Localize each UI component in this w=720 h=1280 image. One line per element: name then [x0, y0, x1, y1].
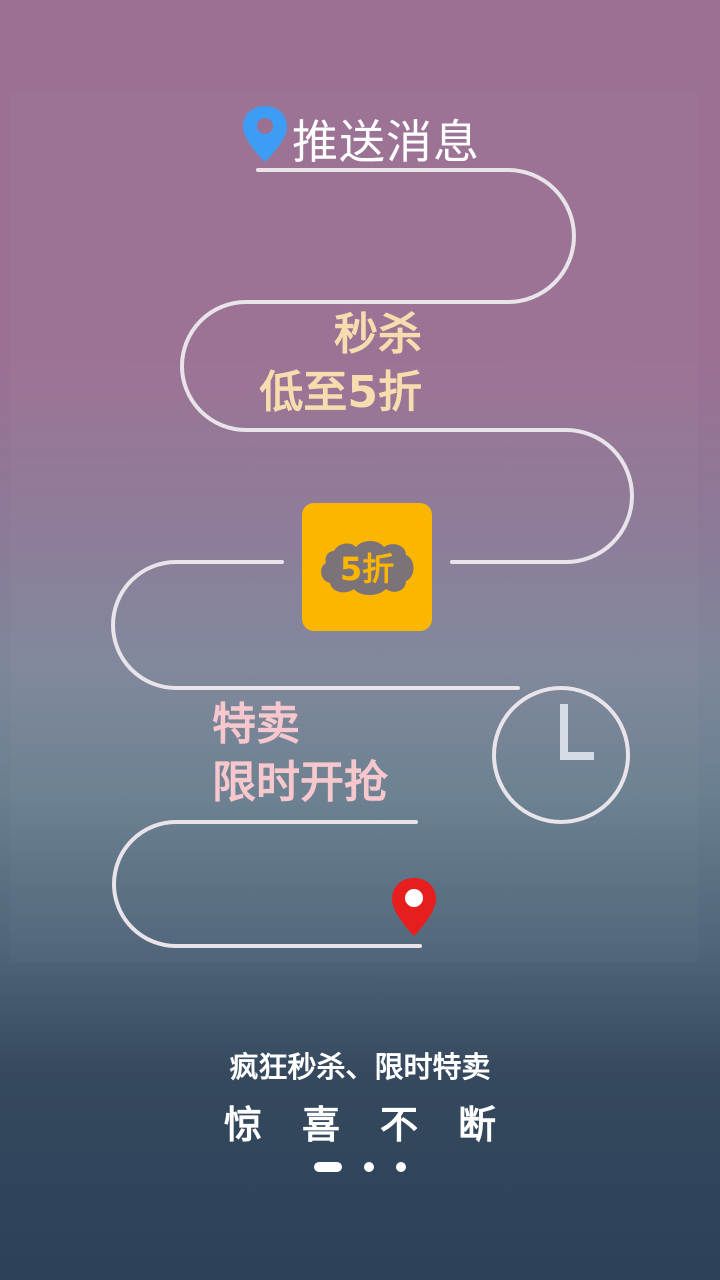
page-dot-3[interactable]: [396, 1162, 406, 1172]
location-pin-icon: [243, 106, 287, 162]
winding-route: [111, 168, 634, 948]
special-sale-line2: 限时开抢: [212, 757, 388, 808]
page-indicator: [0, 1162, 720, 1172]
flash-sale-promo: 秒杀 低至5折: [259, 306, 422, 422]
page-dot-2[interactable]: [364, 1162, 374, 1172]
special-sale-line1: 特卖: [212, 699, 300, 750]
discount-badge: 5折: [302, 503, 432, 631]
discount-label: 5折: [339, 550, 395, 588]
flash-sale-line2: 低至5折: [259, 367, 422, 418]
page-title: 推送消息: [292, 115, 480, 169]
slogan-text: 疯狂秒杀、限时特卖: [229, 1050, 491, 1084]
special-sale-promo: 特卖 限时开抢: [212, 696, 388, 812]
tagline-text: 惊喜不断: [223, 1103, 536, 1147]
clock-icon: [560, 704, 594, 760]
destination-pin-icon: [392, 878, 436, 936]
page-dot-1[interactable]: [314, 1162, 342, 1172]
flash-sale-line1: 秒杀: [334, 309, 422, 360]
